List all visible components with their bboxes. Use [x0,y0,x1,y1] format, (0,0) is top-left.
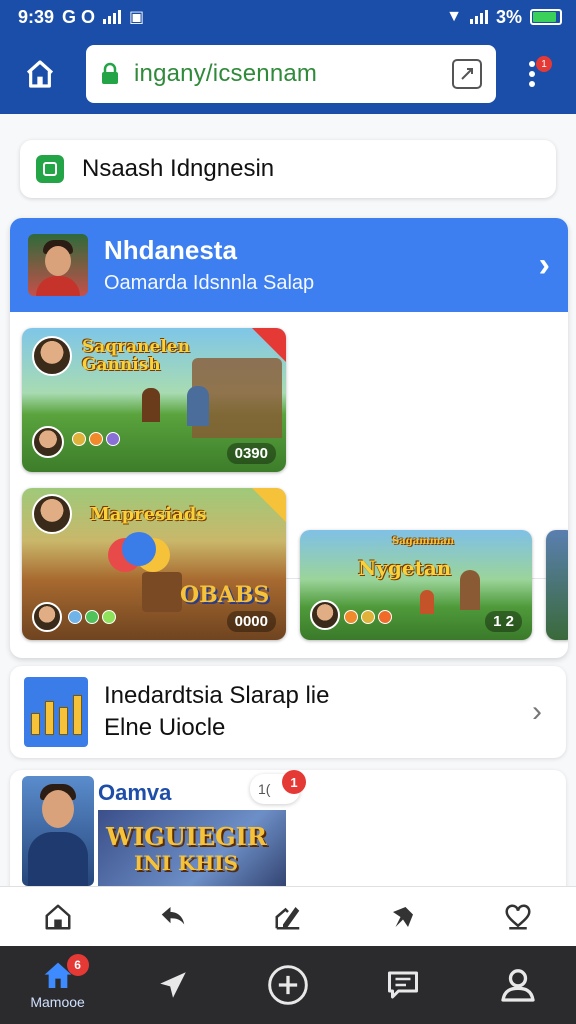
game-title: Saqranelen Gannish [82,337,190,375]
featured-header[interactable]: Nhdanesta Oamarda Idsnnla Salap › [10,218,568,312]
nav-badge: 6 [66,954,89,976]
avatar [310,600,340,630]
nav-item-home[interactable]: Mamooe 6 [13,946,103,1024]
signal-icon [103,10,122,24]
profile-icon [501,969,536,1002]
status-carrier: G O [62,6,96,27]
menu-dot-icon [529,81,535,87]
add-icon [268,965,308,1005]
list-item-title: Inedardtsia Slarap lie [104,682,330,709]
browser-toolbar: inganу/icsennam 1 [0,34,576,114]
reply-tool-button[interactable] [153,897,193,937]
edit-icon [275,906,300,929]
avatar [32,602,62,632]
tabs-button[interactable] [452,59,482,89]
notification-chip[interactable]: 1( 1 [250,770,306,804]
heart-icon [505,903,531,929]
nav-item-add[interactable] [243,946,333,1024]
game-score: 1 2 [485,611,522,632]
overflow-menu-button[interactable]: 1 [520,52,552,96]
game-tile[interactable]: Saqranelen Gannish 0390 [22,328,286,472]
home-icon [45,904,71,929]
pin-tool-button[interactable] [383,897,423,937]
home-icon [26,60,54,88]
menu-dot-icon [529,61,535,67]
list-item[interactable]: Inedardtsia Slarap lie Elne Uiocle › [10,666,566,758]
avatar [32,336,72,376]
promo-card[interactable]: Oamva WIGUIEGIR INI KHIS 1( 1 [10,770,566,886]
nav-item-profile[interactable] [473,946,563,1024]
favorite-tool-button[interactable] [498,897,538,937]
avatar [32,426,64,458]
game-badge-text: OBABS [180,582,270,608]
status-bar: 9:39 G O ▣ ▼ 3% [0,0,576,34]
page-content[interactable]: Nsaash Idngnesin Nhdanesta Oamarda Idsnn… [0,114,576,886]
chevron-right-icon: › [538,245,550,284]
promo-banner-title: WIGUIEGIR [106,822,267,851]
notification-text: 1( [258,781,271,797]
cell-signal-icon [469,10,488,24]
pin-icon [393,906,414,927]
tabs-icon [461,68,473,80]
featured-subtitle: Oamarda Idsnnla Salap [104,272,315,294]
chat-icon [388,971,419,999]
send-icon [160,972,186,998]
game-score: 0000 [226,611,276,632]
bottom-navigation: Mamooe 6 [0,946,576,1024]
home-tool-button[interactable] [38,897,78,937]
game-tile[interactable] [546,530,568,640]
promo-banner-subtitle: INI KHIS [134,851,239,875]
avatar [22,776,94,886]
status-time: 9:39 [18,6,55,27]
edit-tool-button[interactable] [268,897,308,937]
game-tile[interactable]: Mapresiads OBABS 0000 [22,488,286,640]
menu-dot-icon [529,71,535,77]
home-button[interactable] [18,52,62,96]
address-bar[interactable]: inganу/icsennam [86,45,496,103]
battery-icon [530,9,562,25]
notification-badge: 1 [282,770,306,794]
menu-badge: 1 [536,56,552,72]
lock-icon [102,62,118,84]
reply-icon [161,906,185,924]
avatar [32,494,72,534]
site-title: Nsaash Idngnesin [82,155,275,182]
promo-banner[interactable]: WIGUIEGIR INI KHIS [98,810,286,886]
featured-section: Nhdanesta Oamarda Idsnnla Salap › Saqran… [10,218,568,658]
battery-percent: 3% [495,6,522,27]
featured-title: Nhdanesta [104,235,237,265]
list-item-subtitle: Elne Uiocle [104,714,226,741]
game-title: Nygetan [358,556,452,580]
nav-item-send[interactable] [128,946,218,1024]
wifi-icon: ▼ [446,8,462,25]
avatar [28,234,88,296]
game-tile[interactable]: Sagamman Nygetan 1 2 [300,530,532,640]
nav-item-chat[interactable] [358,946,448,1024]
secondary-toolbar [0,886,576,946]
game-title: Mapresiads [90,504,207,525]
promo-label: Oamva [98,780,172,805]
chevron-right-icon: › [532,695,542,728]
game-score: 0390 [226,443,276,464]
bar-chart-icon [24,677,88,747]
url-text: inganу/icsennam [134,60,318,87]
nav-label: Mamooe [30,994,85,1010]
site-title-card[interactable]: Nsaash Idngnesin [20,140,556,198]
site-icon [36,155,64,183]
image-notification-icon: ▣ [129,9,145,26]
game-subtitle: Sagamman [392,536,455,547]
